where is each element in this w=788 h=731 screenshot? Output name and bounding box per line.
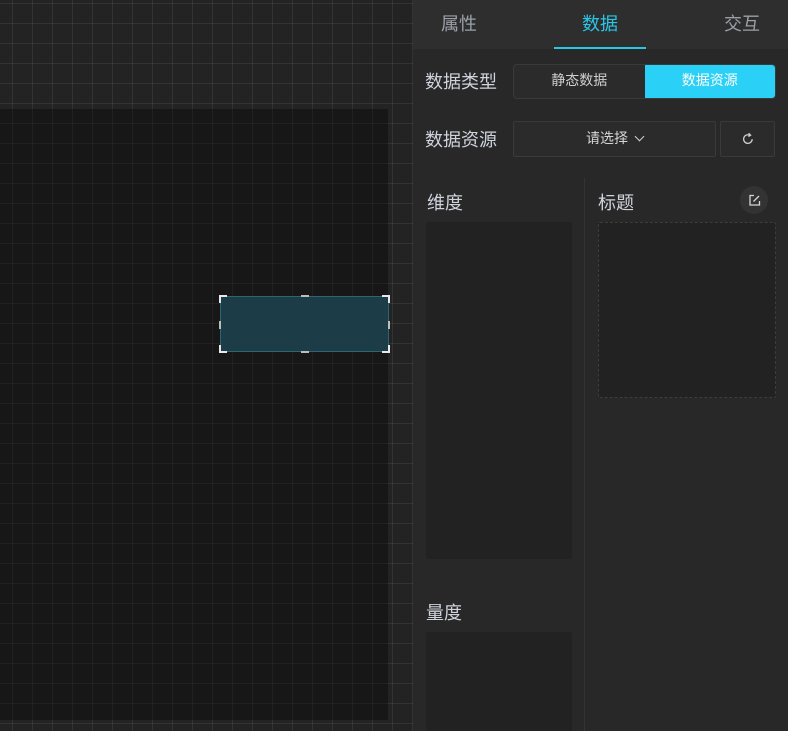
title-label: 标题 (598, 193, 634, 214)
resize-handle-bottom-left[interactable] (219, 345, 227, 353)
data-source-label: 数据资源 (425, 130, 497, 151)
resize-handle-top[interactable] (301, 295, 309, 297)
dimension-dropzone[interactable] (426, 222, 572, 559)
tab-data[interactable]: 数据 (554, 0, 646, 49)
design-canvas[interactable] (0, 0, 413, 731)
data-type-switch: 静态数据 数据资源 (513, 64, 776, 99)
artboard[interactable] (0, 109, 388, 720)
panel-tabs: 属性 数据 交互 (413, 0, 788, 49)
chevron-down-icon (634, 131, 645, 142)
edit-title-button[interactable] (740, 186, 768, 214)
data-source-select[interactable]: 请选择 (513, 121, 716, 157)
resize-handle-right[interactable] (388, 321, 390, 329)
resize-handle-bottom-right[interactable] (382, 345, 390, 353)
data-resource-button[interactable]: 数据资源 (644, 65, 775, 98)
tab-properties[interactable]: 属性 (433, 0, 485, 49)
resize-handle-top-left[interactable] (219, 295, 227, 303)
resize-handle-top-right[interactable] (382, 295, 390, 303)
resize-handle-left[interactable] (219, 321, 221, 329)
section-divider (584, 178, 585, 731)
static-data-button[interactable]: 静态数据 (514, 65, 645, 98)
measure-label: 量度 (426, 603, 462, 624)
dimension-label: 维度 (427, 193, 463, 214)
data-source-select-value: 请选择 (586, 131, 628, 147)
edit-icon (748, 194, 760, 206)
refresh-button[interactable] (720, 121, 775, 157)
measure-dropzone[interactable] (426, 632, 572, 731)
refresh-icon (742, 132, 753, 144)
resize-handle-bottom[interactable] (301, 351, 309, 353)
data-type-label: 数据类型 (425, 72, 497, 93)
title-dropzone[interactable] (598, 222, 776, 398)
selected-widget[interactable] (219, 295, 390, 353)
tab-interaction[interactable]: 交互 (716, 0, 768, 49)
config-panel: 属性 数据 交互 数据类型 静态数据 数据资源 数据资源 请选择 维度 量度 标… (413, 0, 788, 731)
